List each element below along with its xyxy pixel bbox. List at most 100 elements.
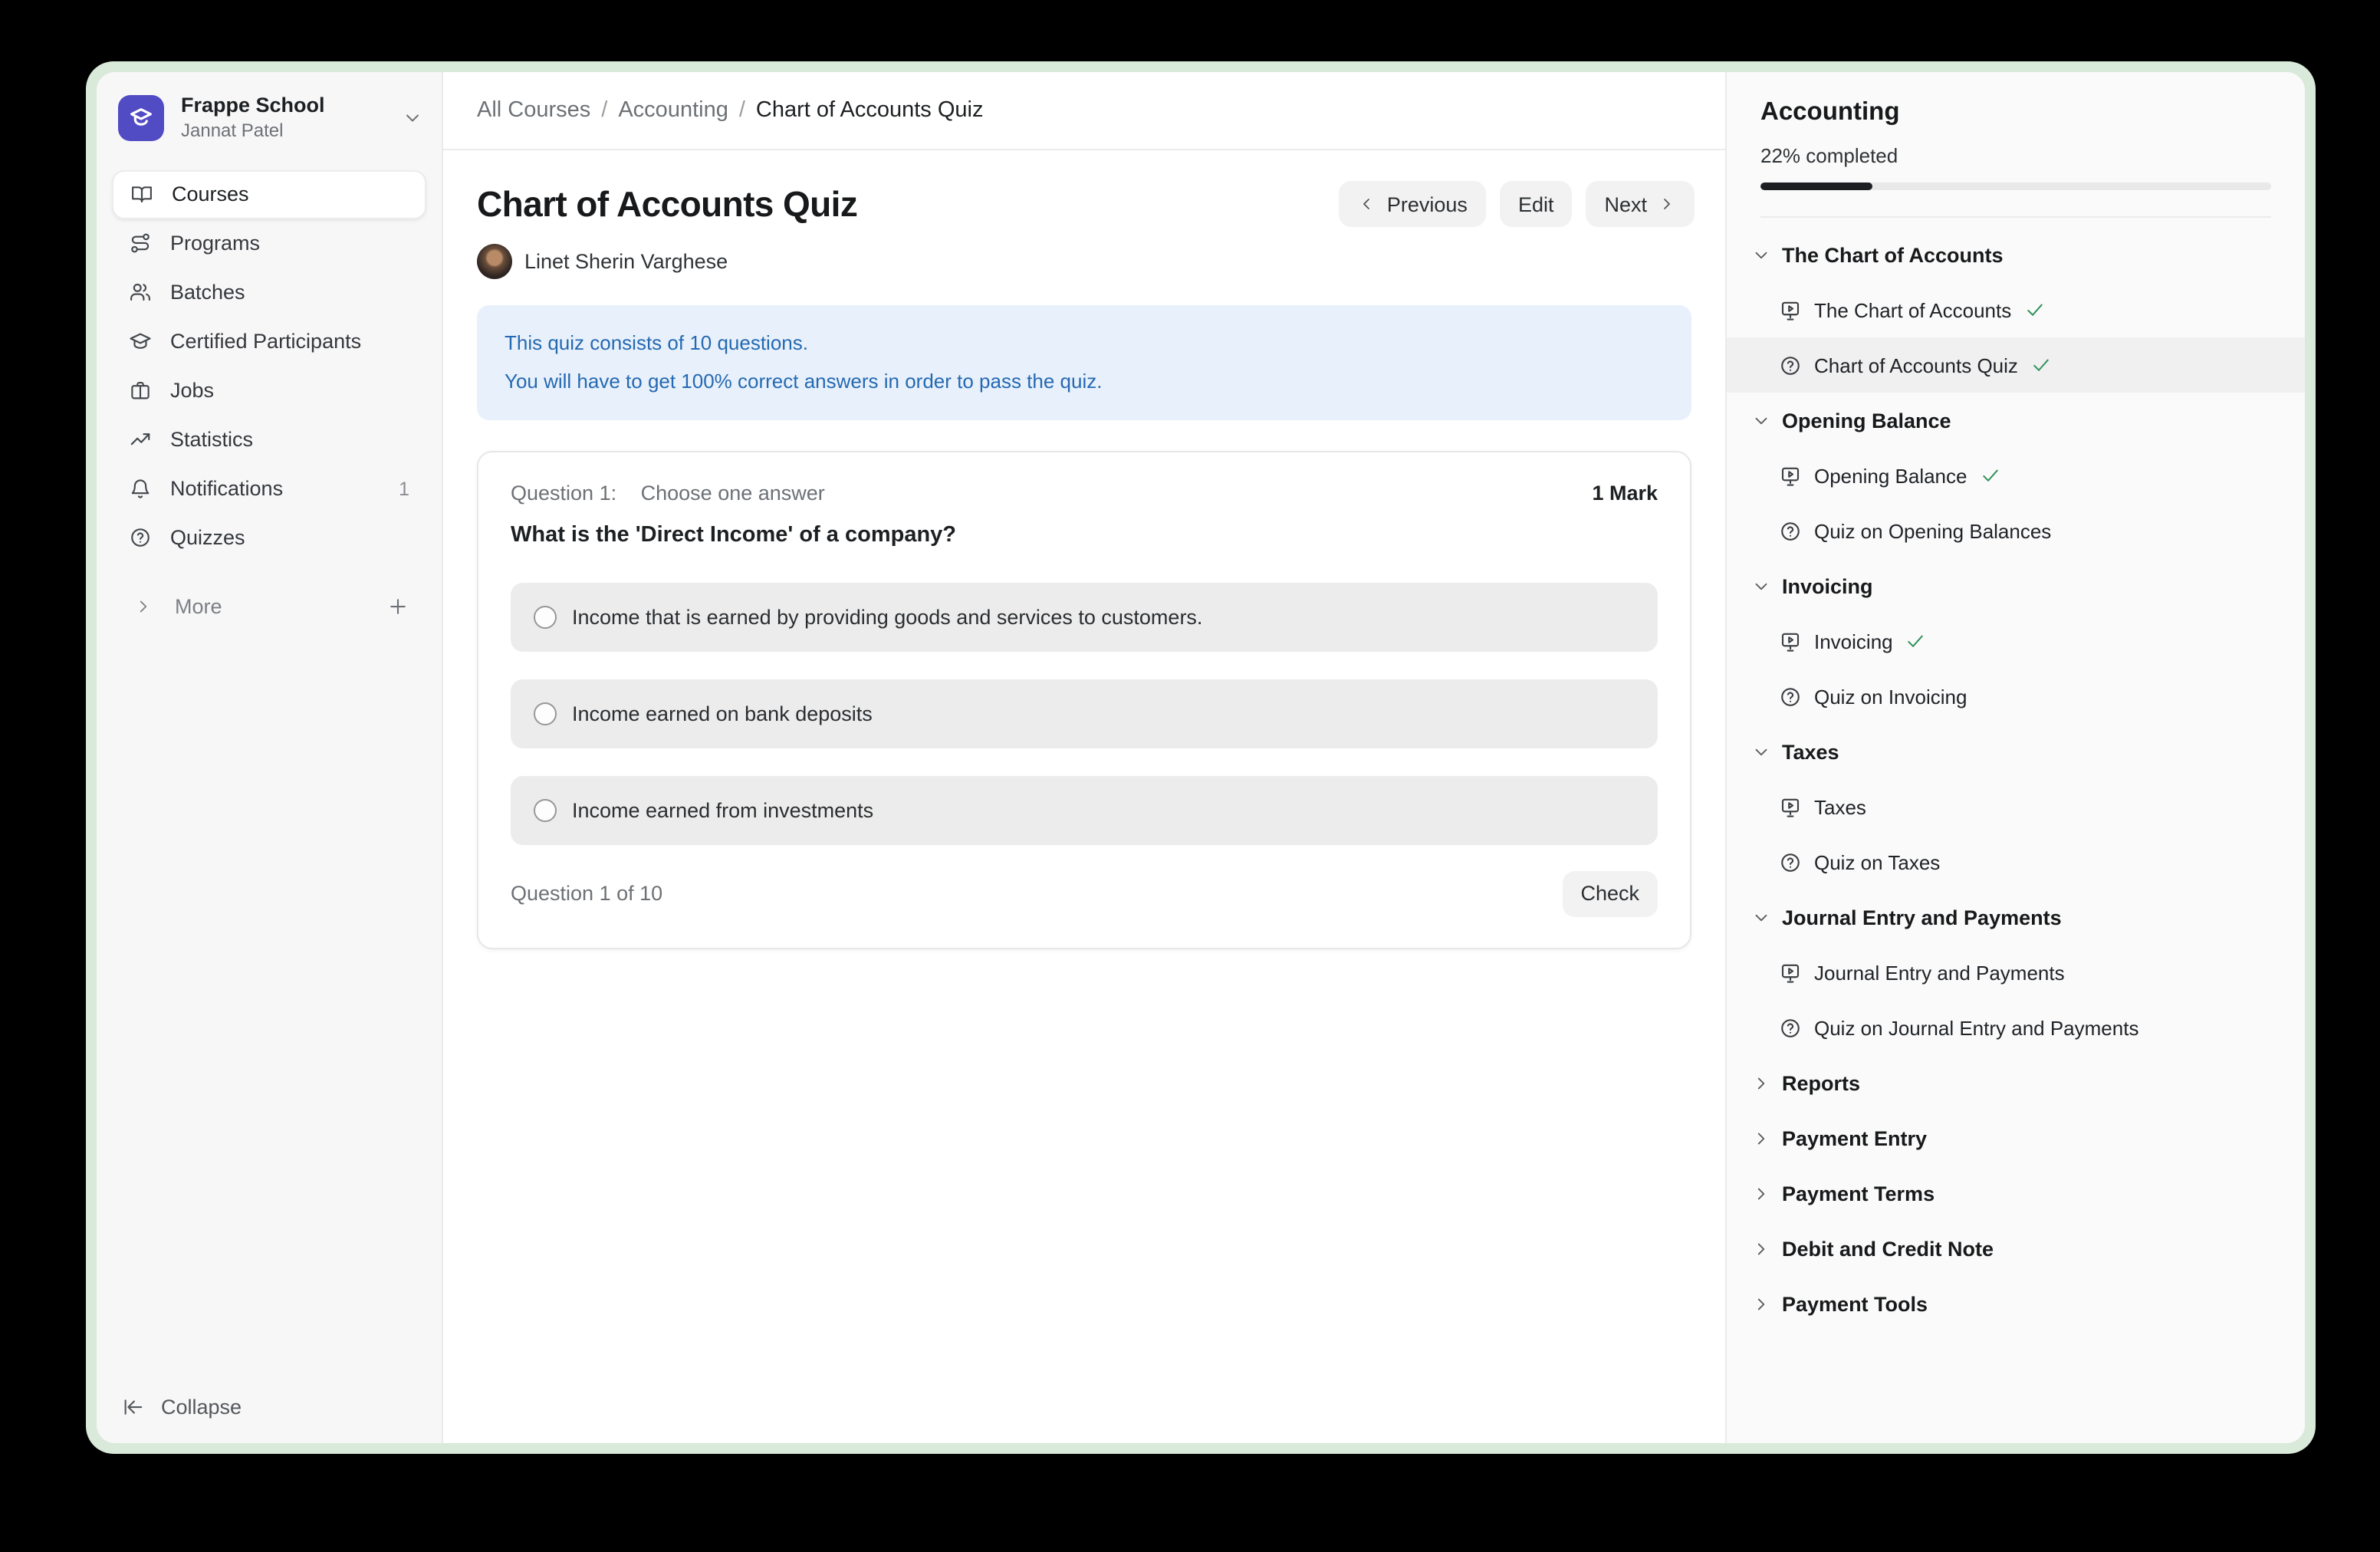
sidebar-item-certified-participants[interactable]: Certified Participants [112, 317, 426, 367]
chevron-down-icon [1751, 576, 1771, 596]
outline-section-payment-entry[interactable]: Payment Entry [1727, 1110, 2305, 1166]
trending-up-icon [129, 429, 152, 452]
lesson-icon [1779, 464, 1802, 487]
outline-item-label: Invoicing [1814, 630, 1893, 653]
route-icon [129, 232, 152, 255]
outline-item[interactable]: Quiz on Invoicing [1727, 669, 2305, 724]
check-icon [1905, 630, 1927, 652]
sidebar-item-programs[interactable]: Programs [112, 219, 426, 268]
sidebar-item-more[interactable]: More [97, 584, 442, 630]
question-pagination: Question 1 of 10 [511, 882, 1562, 905]
notice-line-2: You will have to get 100% correct answer… [505, 363, 1664, 402]
outline-item[interactable]: Journal Entry and Payments [1727, 945, 2305, 1000]
help-circle-icon [129, 527, 152, 550]
question-instruction: Choose one answer [641, 481, 825, 504]
outline-section-title: Opening Balance [1782, 409, 1951, 432]
chevron-right-icon [1751, 1294, 1771, 1314]
outline-item-label: Quiz on Journal Entry and Payments [1814, 1016, 2138, 1039]
screen: Frappe School Jannat Patel Courses Progra… [0, 0, 2380, 1552]
previous-button[interactable]: Previous [1340, 181, 1486, 227]
frappe-school-app: Frappe School Jannat Patel Courses Progra… [97, 72, 2305, 1443]
answer-option[interactable]: Income that is earned by providing goods… [511, 582, 1658, 651]
chevron-right-icon [1751, 1128, 1771, 1148]
outline-section-invoicing[interactable]: Invoicing [1727, 558, 2305, 613]
outline-item-label: Quiz on Invoicing [1814, 685, 1967, 708]
outline-item[interactable]: Quiz on Opening Balances [1727, 503, 2305, 558]
outline-item[interactable]: Invoicing [1727, 613, 2305, 669]
chevron-left-icon [1358, 195, 1376, 213]
outline-item[interactable]: Chart of Accounts Quiz [1727, 337, 2305, 393]
outline-section-title: The Chart of Accounts [1782, 243, 2004, 266]
sidebar-nav: Courses Programs Batches Certified Particip… [97, 158, 442, 563]
breadcrumb-separator: / [739, 98, 745, 123]
sidebar-item-notifications[interactable]: Notifications1 [112, 465, 426, 514]
outline-item[interactable]: Quiz on Journal Entry and Payments [1727, 1000, 2305, 1055]
sidebar-item-courses[interactable]: Courses [112, 170, 426, 219]
collapse-sidebar-button[interactable]: Collapse [97, 1396, 442, 1443]
lesson-icon [1779, 961, 1802, 984]
breadcrumb-link[interactable]: All Courses [477, 98, 590, 123]
outline-item-label: Opening Balance [1814, 464, 1967, 487]
next-button[interactable]: Next [1586, 181, 1695, 227]
check-button[interactable]: Check [1562, 870, 1658, 916]
outline-item[interactable]: Taxes [1727, 779, 2305, 834]
outline-section-reports[interactable]: Reports [1727, 1055, 2305, 1110]
workspace-switcher[interactable]: Frappe School Jannat Patel [97, 72, 442, 158]
answer-option-label: Income earned on bank deposits [572, 702, 873, 725]
radio-button[interactable] [534, 702, 557, 725]
quiz-icon [1779, 353, 1802, 376]
notification-count-badge: 1 [399, 478, 409, 500]
chevron-down-icon[interactable] [402, 107, 423, 129]
book-open-icon [130, 183, 153, 206]
plus-icon[interactable] [386, 596, 409, 619]
course-title: Accounting [1760, 98, 2271, 127]
outline-item[interactable]: Opening Balance [1727, 448, 2305, 503]
outline-item-label: Quiz on Taxes [1814, 850, 1940, 873]
outline-item-label: Journal Entry and Payments [1814, 961, 2065, 984]
outline-section-title: Reports [1782, 1071, 1860, 1094]
chevron-right-icon [1658, 195, 1676, 213]
outline-section-opening-balance[interactable]: Opening Balance [1727, 393, 2305, 448]
outline-section-taxes[interactable]: Taxes [1727, 724, 2305, 779]
radio-button[interactable] [534, 605, 557, 628]
user-name: Jannat Patel [181, 120, 402, 143]
quiz-page: Chart of Accounts Quiz Previous Edit Nex… [443, 150, 1725, 1443]
answer-option-label: Income earned from investments [572, 798, 873, 821]
sidebar-item-jobs[interactable]: Jobs [112, 367, 426, 416]
chevron-right-icon [133, 597, 153, 617]
sidebar-item-label: Programs [170, 232, 409, 255]
outline-item[interactable]: Quiz on Taxes [1727, 834, 2305, 889]
radio-button[interactable] [534, 798, 557, 821]
course-progress-text: 22% completed [1760, 144, 2271, 167]
course-progress-bar [1760, 182, 2271, 190]
check-icon [1980, 465, 2001, 486]
outline-section-payment-terms[interactable]: Payment Terms [1727, 1166, 2305, 1221]
sidebar-item-batches[interactable]: Batches [112, 268, 426, 317]
answer-option[interactable]: Income earned on bank deposits [511, 679, 1658, 748]
sidebar-item-label: Certified Participants [170, 330, 409, 353]
edit-button[interactable]: Edit [1500, 181, 1573, 227]
graduation-cap-icon [129, 330, 152, 353]
sidebar-item-quizzes[interactable]: Quizzes [112, 514, 426, 563]
outline-item-label: The Chart of Accounts [1814, 298, 2011, 321]
outline-item-label: Quiz on Opening Balances [1814, 519, 2051, 542]
outline-section-the-chart-of-accounts[interactable]: The Chart of Accounts [1727, 227, 2305, 282]
sidebar-item-statistics[interactable]: Statistics [112, 416, 426, 465]
breadcrumb-link[interactable]: Accounting [618, 98, 728, 123]
briefcase-icon [129, 380, 152, 403]
outline-section-payment-tools[interactable]: Payment Tools [1727, 1276, 2305, 1331]
sidebar-item-label: Courses [172, 183, 408, 206]
chevron-down-icon [1751, 245, 1771, 265]
answer-option-label: Income that is earned by providing goods… [572, 605, 1202, 628]
outline-section-journal-entry-and-payments[interactable]: Journal Entry and Payments [1727, 889, 2305, 945]
question-card: Question 1: Choose one answer 1 Mark Wha… [477, 450, 1691, 949]
course-outline-panel: Accounting 22% completed The Chart of Ac… [1725, 72, 2305, 1443]
outline-item-label: Taxes [1814, 795, 1866, 818]
outline-section-debit-and-credit-note[interactable]: Debit and Credit Note [1727, 1221, 2305, 1276]
outline-section-title: Payment Entry [1782, 1126, 1927, 1149]
answer-option[interactable]: Income earned from investments [511, 775, 1658, 844]
instructor-name: Linet Sherin Varghese [524, 250, 728, 273]
outline-section-title: Taxes [1782, 740, 1839, 763]
outline-item[interactable]: The Chart of Accounts [1727, 282, 2305, 337]
lesson-icon [1779, 795, 1802, 818]
